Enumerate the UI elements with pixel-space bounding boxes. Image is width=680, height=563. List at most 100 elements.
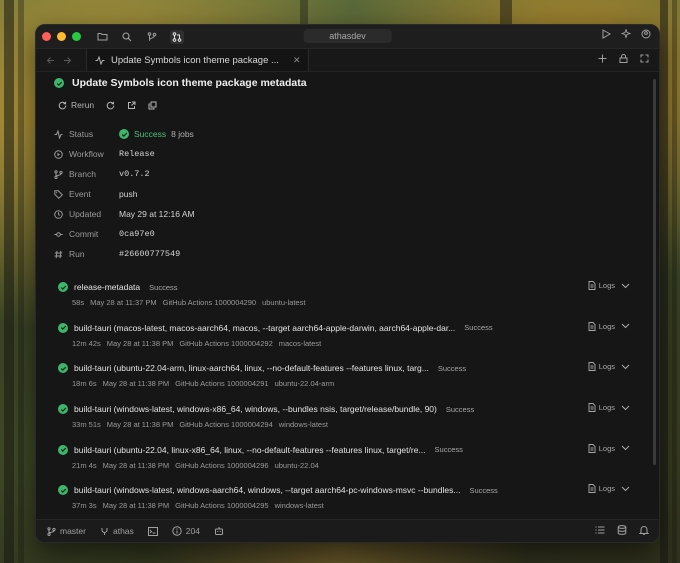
run-details: Status Success 8 jobs Workflow Release B… — [54, 124, 195, 264]
copy-icon[interactable] — [148, 101, 157, 110]
logs-button[interactable]: Logs — [588, 362, 615, 371]
problems-status[interactable]: 204 — [172, 526, 200, 536]
open-external-icon[interactable] — [127, 101, 136, 110]
branch-value: v0.7.2 — [119, 169, 150, 179]
detail-status: Status Success 8 jobs — [54, 124, 195, 144]
job-duration: 33m 51s — [72, 420, 101, 430]
logs-button[interactable]: Logs — [588, 403, 615, 412]
refresh-icon[interactable] — [106, 101, 115, 110]
job-os: windows-latest — [274, 501, 324, 511]
page-title: Update Symbols icon theme package metada… — [72, 77, 307, 89]
job-name: build-tauri (ubuntu-22.04, linux-x86_64,… — [74, 444, 426, 455]
list-icon[interactable] — [595, 525, 605, 535]
logs-button[interactable]: Logs — [588, 444, 615, 453]
scrollbar[interactable] — [653, 79, 656, 465]
detail-commit: Commit 0ca97e0 — [54, 224, 195, 244]
detail-workflow: Workflow Release — [54, 144, 195, 164]
job-row[interactable]: build-tauri (ubuntu-22.04, linux-x86_64,… — [58, 440, 638, 481]
activity-icon — [95, 55, 105, 65]
expand-icon[interactable] — [640, 54, 649, 63]
tag-icon — [54, 189, 63, 199]
logs-button[interactable]: Logs — [588, 322, 615, 331]
workflow-label: Workflow — [69, 149, 104, 159]
event-value: push — [119, 189, 138, 199]
zoom-window-button[interactable] — [72, 32, 81, 41]
job-status: Success — [149, 282, 178, 292]
job-time: May 28 at 11:37 PM — [90, 298, 157, 307]
logs-button[interactable]: Logs — [588, 281, 615, 290]
logs-label: Logs — [598, 403, 615, 413]
database-icon[interactable] — [617, 525, 627, 535]
job-row[interactable]: build-tauri (macos-latest, macos-aarch64… — [58, 318, 638, 359]
play-circle-icon — [54, 149, 63, 159]
rerun-label: Rerun — [71, 100, 95, 110]
job-status: Success — [437, 363, 467, 373]
back-arrow-icon[interactable] — [46, 56, 55, 65]
updated-value: May 29 at 12:16 AM — [119, 209, 195, 219]
info-circle-icon — [172, 526, 182, 536]
success-check-icon — [58, 282, 68, 292]
commit-icon — [54, 230, 63, 239]
account-icon[interactable] — [641, 29, 651, 39]
logs-label: Logs — [598, 362, 615, 372]
document-icon — [588, 321, 596, 331]
job-row[interactable]: build-tauri (windows-latest, windows-x86… — [58, 399, 638, 440]
source-control-icon[interactable] — [145, 30, 159, 44]
search-icon[interactable] — [120, 30, 134, 44]
rerun-button[interactable]: Rerun — [58, 100, 94, 110]
run-value[interactable]: #26600777549 — [119, 249, 180, 259]
chevron-down-icon[interactable] — [621, 445, 630, 451]
detail-run: Run #26600777549 — [54, 244, 195, 264]
add-tab-icon[interactable] — [598, 54, 607, 63]
bot-icon[interactable] — [214, 526, 224, 536]
job-name: release-metadata — [74, 282, 141, 292]
detail-branch: Branch v0.7.2 — [54, 164, 195, 184]
statusbar: master athas 204 — [36, 519, 659, 542]
run-icon[interactable] — [601, 29, 611, 39]
branch-icon — [47, 526, 56, 536]
project-status[interactable]: athas — [100, 526, 134, 536]
detail-updated: Updated May 29 at 12:16 AM — [54, 204, 195, 224]
logs-button[interactable]: Logs — [588, 484, 615, 493]
job-runner: GitHub Actions 1000004291 — [175, 379, 269, 389]
job-row[interactable]: release-metadata Success 58s May 28 at 1… — [58, 277, 638, 318]
jobs-count: 8 jobs — [171, 129, 194, 139]
tab-label: Update Symbols icon theme package ... — [111, 54, 279, 66]
terminal-icon[interactable] — [147, 526, 158, 536]
window-title: athasdev — [303, 29, 392, 43]
chevron-down-icon[interactable] — [621, 283, 630, 289]
forward-arrow-icon[interactable] — [63, 56, 72, 65]
job-runner: GitHub Actions 1000004290 — [162, 298, 257, 307]
minimize-window-button[interactable] — [57, 32, 66, 41]
folder-icon[interactable] — [95, 30, 109, 44]
commit-value[interactable]: 0ca97e0 — [119, 229, 155, 239]
job-runner: GitHub Actions 1000004295 — [175, 501, 269, 511]
document-icon — [588, 403, 596, 413]
close-window-button[interactable] — [42, 32, 51, 41]
chevron-down-icon[interactable] — [621, 486, 630, 492]
job-name: build-tauri (windows-latest, windows-x86… — [74, 404, 437, 415]
job-name: build-tauri (ubuntu-22.04-arm, linux-aar… — [74, 363, 429, 374]
close-tab-icon[interactable]: ✕ — [293, 55, 301, 66]
branch-label: Branch — [69, 169, 96, 179]
job-time: May 28 at 11:38 PM — [102, 501, 170, 511]
branch-status[interactable]: master — [47, 526, 86, 536]
bell-icon[interactable] — [639, 525, 649, 535]
chevron-down-icon[interactable] — [621, 405, 630, 411]
job-status: Success — [434, 445, 463, 455]
status-badge: Success — [134, 129, 167, 139]
job-runner: GitHub Actions 1000004296 — [175, 460, 269, 470]
branch-icon — [54, 169, 63, 179]
chevron-down-icon[interactable] — [621, 323, 630, 329]
job-row[interactable]: build-tauri (windows-latest, windows-aar… — [58, 480, 638, 520]
document-icon — [588, 443, 596, 453]
lock-icon[interactable] — [619, 54, 628, 63]
chevron-down-icon[interactable] — [621, 364, 630, 370]
sparkle-icon[interactable] — [621, 29, 631, 39]
tab-workflow-run[interactable]: Update Symbols icon theme package ... ✕ — [86, 49, 310, 71]
event-label: Event — [69, 189, 91, 199]
run-actions: Rerun — [58, 100, 157, 110]
pull-request-icon[interactable] — [170, 29, 184, 44]
job-row[interactable]: build-tauri (ubuntu-22.04-arm, linux-aar… — [58, 358, 638, 399]
project-name: athas — [112, 526, 134, 536]
